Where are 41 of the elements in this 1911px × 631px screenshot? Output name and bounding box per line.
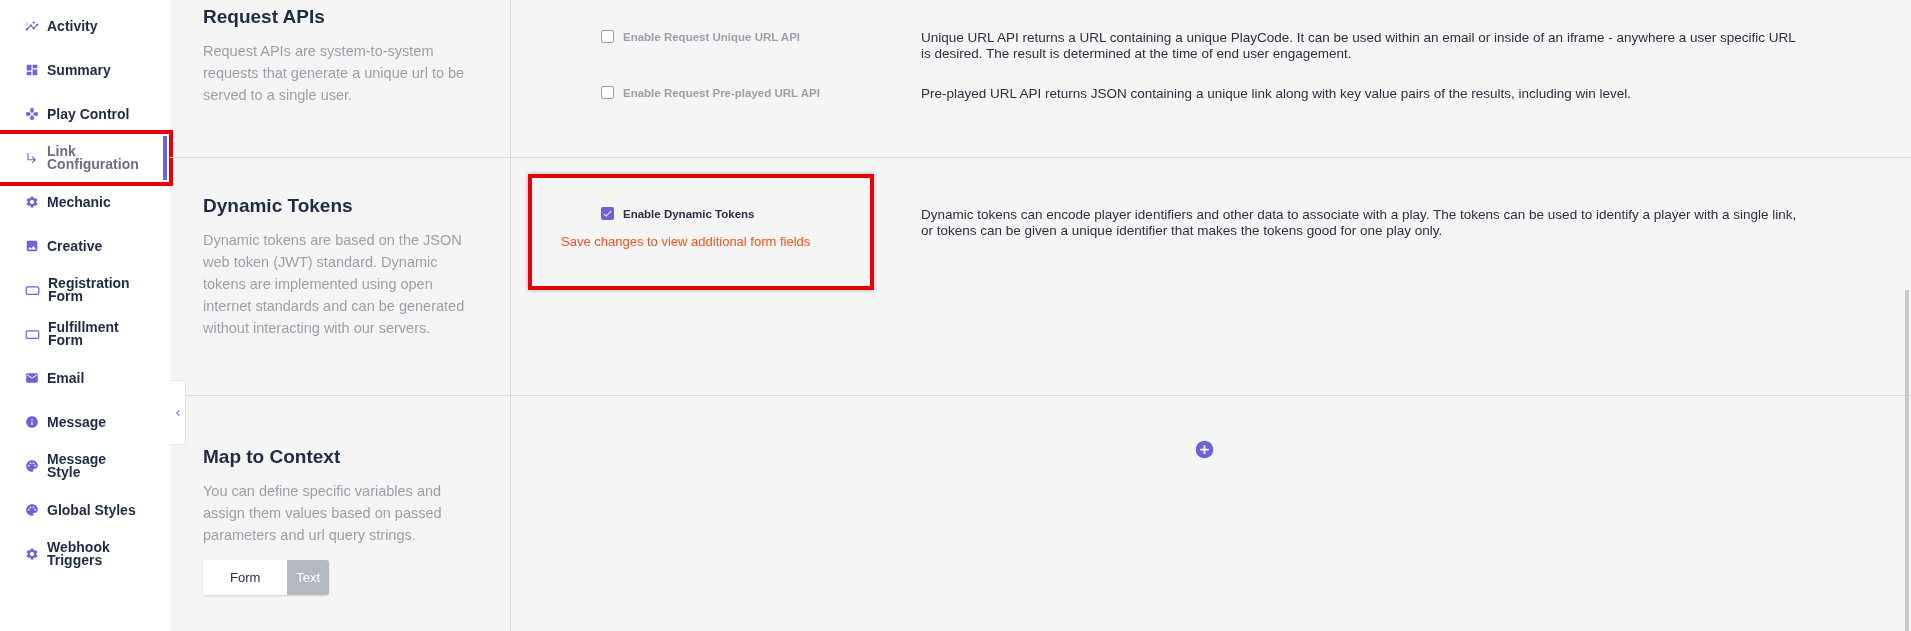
sidebar-item[interactable]: Mechanic bbox=[0, 180, 167, 224]
section-description: You can define specific variables and assign them values based on passed parameters and url query strings. bbox=[203, 482, 443, 545]
chart-sparkle-icon bbox=[25, 19, 39, 33]
sidebar-item[interactable]: Message bbox=[0, 400, 167, 444]
option-description: Unique URL API returns a URL containing a unique PlayCode. It can be used within an email or inside of an iframe - anywhere a user specific URL is desired. The result is determined at the time of end user engagement. bbox=[921, 30, 1797, 62]
option-description: Pre-played URL API returns JSON containing a unique link along with key value pairs of the results, including win level. bbox=[921, 86, 1633, 102]
checkbox[interactable] bbox=[601, 207, 614, 220]
section-description: Request APIs are system-to-system requests that generate a unique url to be served to a single user. bbox=[203, 42, 466, 105]
sidebar-item[interactable]: Email bbox=[0, 356, 167, 400]
settings-icon bbox=[25, 547, 39, 561]
mode-toggle-button[interactable]: Form bbox=[203, 560, 288, 595]
info-icon bbox=[25, 415, 39, 429]
warning-message: Save changes to view additional form fields bbox=[561, 234, 812, 249]
sidebar-item[interactable]: Fulfillment Form bbox=[0, 312, 167, 356]
sidebar-item[interactable]: Message Style bbox=[0, 444, 167, 488]
scrollbar[interactable] bbox=[1905, 290, 1909, 631]
section-title: Request APIs bbox=[203, 6, 326, 28]
arrow-down-right-icon bbox=[25, 151, 39, 165]
palette-icon bbox=[25, 459, 39, 473]
section-description: Dynamic tokens are based on the JSON web token (JWT) standard. Dynamic tokens are implemented using open internet standards and can be generated without interacting with our servers. bbox=[203, 231, 466, 338]
dashboard-icon bbox=[25, 63, 39, 77]
image-icon bbox=[25, 239, 39, 253]
sidebar-item[interactable]: Summary bbox=[0, 48, 167, 92]
sidebar-item[interactable]: Link Configuration bbox=[0, 136, 167, 180]
checkbox[interactable] bbox=[601, 30, 614, 43]
checkbox-label[interactable]: Enable Dynamic Tokens bbox=[601, 207, 921, 220]
option-description: Dynamic tokens can encode player identifiers and other data to associate with a play. The tokens can be used to identify a player with a single link, or tokens can be given a unique identifier that makes the tokens good for one play only. bbox=[921, 207, 1798, 239]
palette-icon bbox=[25, 503, 39, 517]
section-title: Map to Context bbox=[203, 446, 342, 468]
gamepad-icon bbox=[25, 107, 39, 121]
add-icon[interactable] bbox=[1194, 439, 1215, 460]
sidebar-item[interactable]: Activity bbox=[0, 4, 167, 48]
settings-icon bbox=[25, 195, 39, 209]
sidebar-item[interactable]: Global Styles bbox=[0, 488, 167, 532]
sidebar-item[interactable]: Play Control bbox=[0, 92, 167, 136]
sidebar-item[interactable]: Webhook Triggers bbox=[0, 532, 167, 576]
sidebar-item[interactable]: Creative bbox=[0, 224, 167, 268]
section-title: Dynamic Tokens bbox=[203, 195, 354, 217]
checkbox[interactable] bbox=[601, 86, 614, 99]
sidebar-item[interactable]: Registration Form bbox=[0, 268, 167, 312]
envelope-icon bbox=[25, 371, 39, 385]
